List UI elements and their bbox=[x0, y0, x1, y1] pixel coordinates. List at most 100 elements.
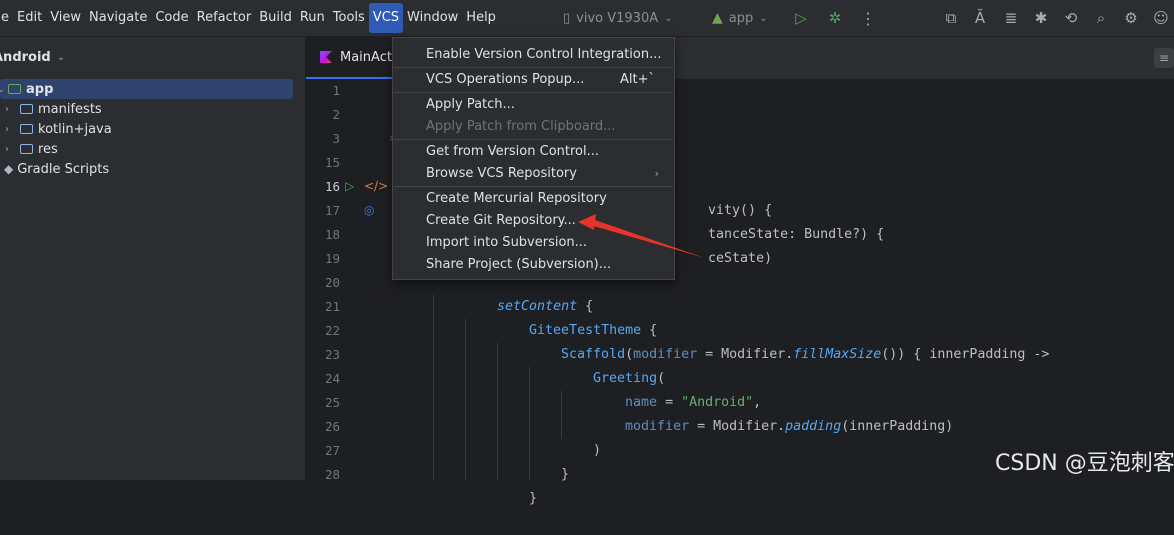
code-line-24[interactable]: name = "Android", bbox=[593, 367, 761, 410]
menu-help[interactable]: Help bbox=[462, 3, 500, 33]
menu-separator bbox=[394, 92, 673, 93]
code-line-27[interactable]: } bbox=[529, 439, 569, 482]
folder-icon bbox=[20, 124, 33, 134]
menu-item-enable-vcs[interactable]: Enable Version Control Integration... bbox=[394, 44, 673, 66]
tree-item-manifests[interactable]: › manifests bbox=[0, 99, 102, 119]
watermark: CSDN @豆泡刺客 bbox=[995, 451, 1174, 476]
project-view-selector[interactable]: Android ⌄ bbox=[0, 37, 305, 77]
code-line-21[interactable]: GiteeTestTheme { bbox=[497, 295, 657, 338]
code-line-17[interactable]: tanceState: Bundle?) { bbox=[676, 199, 884, 242]
menu-code[interactable]: Code bbox=[151, 3, 192, 33]
menu-item-label: Browse VCS Repository bbox=[426, 166, 577, 181]
line-number: 28 bbox=[324, 467, 340, 482]
run-icon[interactable]: ▷ bbox=[791, 8, 811, 28]
app-inspection-icon[interactable]: ✱ bbox=[1031, 8, 1051, 28]
menu-item-browse-vcs-repository[interactable]: Browse VCS Repository › bbox=[394, 163, 673, 185]
device-selector[interactable]: ▯ vivo V1930A ⌄ bbox=[563, 0, 673, 36]
device-label: vivo V1930A bbox=[576, 10, 659, 26]
line-number: 23 bbox=[324, 347, 340, 362]
chevron-down-icon: ⌄ bbox=[759, 12, 768, 24]
menu-build[interactable]: Build bbox=[255, 3, 296, 33]
tree-item-app[interactable]: ⌄ app bbox=[0, 79, 293, 99]
run-gutter-icon[interactable]: ▷ bbox=[345, 179, 354, 193]
menu-item-label: VCS Operations Popup... bbox=[426, 72, 585, 87]
android-icon: ▲ bbox=[712, 10, 723, 26]
menu-item-apply-patch-clipboard: Apply Patch from Clipboard... bbox=[394, 116, 673, 138]
tree-item-gradle-scripts[interactable]: ◆ Gradle Scripts bbox=[0, 159, 109, 179]
vcs-menu: Enable Version Control Integration... VC… bbox=[392, 37, 675, 280]
menu-run[interactable]: Run bbox=[296, 3, 329, 33]
indent-guide bbox=[433, 295, 434, 480]
kotlin-file-icon bbox=[320, 51, 332, 63]
menu-separator bbox=[394, 67, 673, 68]
override-gutter-icon[interactable]: ◎ bbox=[364, 203, 374, 217]
folder-icon bbox=[20, 104, 33, 114]
debug-icon[interactable]: ✲ bbox=[825, 8, 845, 28]
menu-view[interactable]: View bbox=[46, 3, 85, 33]
menu-vcs[interactable]: VCS bbox=[368, 3, 404, 33]
code-text: = Modifier. bbox=[697, 347, 794, 362]
line-number: 21 bbox=[324, 299, 340, 314]
menu-tools[interactable]: Tools bbox=[329, 3, 369, 33]
tree-item-label: manifests bbox=[38, 101, 102, 117]
chevron-right-icon[interactable]: › bbox=[0, 124, 14, 135]
menu-item-label: Create Git Repository... bbox=[426, 213, 576, 228]
line-number: 20 bbox=[324, 275, 340, 290]
xml-preview-icon[interactable]: </> bbox=[364, 179, 388, 193]
menu-item-get-from-vcs[interactable]: Get from Version Control... bbox=[394, 141, 673, 163]
gear-icon[interactable]: ⚙ bbox=[1121, 8, 1141, 28]
more-icon[interactable]: ⋮ bbox=[858, 8, 878, 28]
code-text: } bbox=[529, 491, 538, 506]
line-number: 1 bbox=[332, 83, 340, 98]
search-icon[interactable]: ⌕ bbox=[1091, 8, 1111, 28]
tree-item-label: kotlin+java bbox=[38, 121, 112, 137]
device-manager-icon[interactable]: ⧉ bbox=[941, 8, 961, 28]
code-line-25[interactable]: modifier = Modifier.padding(innerPadding… bbox=[593, 391, 953, 434]
line-number: 25 bbox=[324, 395, 340, 410]
menu-item-label: Import into Subversion... bbox=[426, 235, 588, 250]
menu-file[interactable]: e bbox=[0, 3, 13, 33]
code-call: fillMaxSize bbox=[793, 347, 882, 362]
chevron-right-icon: › bbox=[654, 167, 659, 180]
menu-item-import-into-subversion[interactable]: Import into Subversion... bbox=[394, 232, 673, 254]
code-line-22[interactable]: Scaffold(modifier = Modifier.fillMaxSize… bbox=[529, 319, 1049, 362]
menu-refactor[interactable]: Refactor bbox=[193, 3, 256, 33]
run-config-label: app bbox=[728, 10, 754, 26]
code-line-28[interactable]: } bbox=[497, 463, 537, 506]
menu-item-create-mercurial-repository[interactable]: Create Mercurial Repository bbox=[394, 188, 673, 210]
code-text: ceState) bbox=[708, 251, 773, 266]
chevron-right-icon[interactable]: › bbox=[0, 144, 14, 155]
logcat-icon[interactable]: ≣ bbox=[1001, 8, 1021, 28]
menu-item-share-project-subversion[interactable]: Share Project (Subversion)... bbox=[394, 254, 673, 276]
tree-item-res[interactable]: › res bbox=[0, 139, 58, 159]
chevron-down-icon[interactable]: ⌄ bbox=[0, 84, 8, 95]
code-line-26[interactable]: ) bbox=[561, 415, 601, 458]
code-line-18[interactable]: ceState) bbox=[676, 223, 772, 266]
line-number: 24 bbox=[324, 371, 340, 386]
code-line-16[interactable]: vity() { bbox=[676, 175, 772, 218]
menu-item-label: Create Mercurial Repository bbox=[426, 191, 607, 206]
translate-icon[interactable]: Ă bbox=[970, 8, 990, 28]
run-config-selector[interactable]: ▲ app ⌄ bbox=[712, 0, 768, 36]
editor-tab-mainactivity[interactable]: MainAct bbox=[306, 37, 398, 79]
tree-item-kotlin-java[interactable]: › kotlin+java bbox=[0, 119, 112, 139]
menu-item-create-git-repository[interactable]: Create Git Repository... bbox=[394, 210, 673, 232]
menu-item-apply-patch[interactable]: Apply Patch... bbox=[394, 94, 673, 116]
sync-icon[interactable]: ⟲ bbox=[1061, 8, 1081, 28]
menu-item-label: Get from Version Control... bbox=[426, 144, 600, 159]
menu-window[interactable]: Window bbox=[403, 3, 462, 33]
main-menu: e Edit View Navigate Code Refactor Build… bbox=[0, 0, 500, 36]
assistant-icon[interactable]: ☺ bbox=[1151, 8, 1171, 28]
chevron-right-icon[interactable]: › bbox=[0, 104, 14, 115]
tree-item-label: Gradle Scripts bbox=[17, 161, 110, 177]
line-number: 19 bbox=[324, 251, 340, 266]
menu-edit[interactable]: Edit bbox=[13, 3, 46, 33]
menu-item-label: Enable Version Control Integration... bbox=[426, 47, 662, 62]
menu-item-label: Apply Patch from Clipboard... bbox=[426, 119, 616, 134]
menu-navigate[interactable]: Navigate bbox=[85, 3, 151, 33]
menu-item-vcs-operations-popup[interactable]: VCS Operations Popup... Alt+` bbox=[394, 69, 673, 91]
module-folder-icon bbox=[8, 84, 21, 94]
indent-guide bbox=[465, 319, 466, 480]
tab-list-icon[interactable]: ≡ bbox=[1154, 48, 1174, 68]
code-line-23[interactable]: Greeting( bbox=[561, 343, 665, 386]
